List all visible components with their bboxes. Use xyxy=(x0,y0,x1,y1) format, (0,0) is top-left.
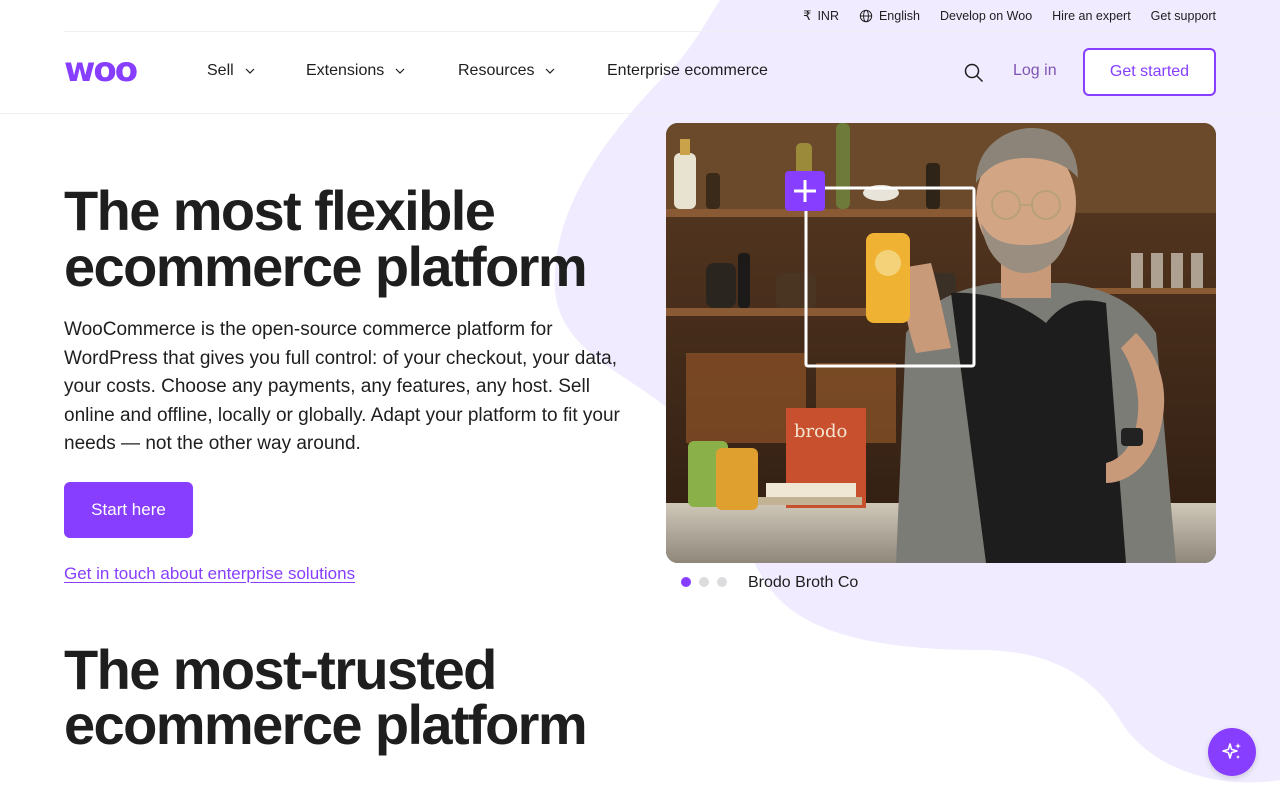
develop-label: Develop on Woo xyxy=(939,8,1033,23)
nav-enterprise-label: Enterprise ecommerce xyxy=(607,62,768,79)
chevron-down-icon xyxy=(395,68,405,74)
hero-description: WooCommerce is the open-source commerce … xyxy=(64,319,620,454)
search-icon[interactable] xyxy=(963,62,985,84)
nav-resources-label: Resources xyxy=(458,62,535,79)
chevron-down-icon xyxy=(546,68,555,74)
plus-icon xyxy=(785,171,825,211)
hero-image: brodo xyxy=(666,123,1216,563)
currency-label: INR xyxy=(817,8,839,23)
carousel-dot-2[interactable] xyxy=(699,577,709,587)
hire-label: Hire an expert xyxy=(1052,8,1131,23)
get-started-button[interactable]: Get started xyxy=(1083,48,1216,96)
sparkle-icon xyxy=(1222,743,1241,759)
utility-bar: ₹ INR English Develop on Woo Hire an exp… xyxy=(64,0,1216,32)
image-caption: Brodo Broth Co xyxy=(748,574,859,591)
language-label: English xyxy=(878,8,920,23)
hero-title: The most flexible ecommerce platform xyxy=(64,179,588,298)
nav-sell[interactable]: Sell xyxy=(207,62,256,80)
carousel-dots xyxy=(681,577,727,587)
nav-extensions[interactable]: Extensions xyxy=(306,62,406,80)
nav-resources[interactable]: Resources xyxy=(458,62,556,80)
section-title: The most-trusted ecommerce platform xyxy=(64,638,588,756)
login-link[interactable]: Log in xyxy=(1013,62,1057,80)
enterprise-link[interactable]: Get in touch about enterprise solutions xyxy=(64,564,355,584)
carousel-dot-3[interactable] xyxy=(717,577,727,587)
chevron-down-icon xyxy=(245,68,255,74)
nav-sell-label: Sell xyxy=(207,62,234,79)
currency-selector[interactable]: ₹ INR xyxy=(803,8,839,24)
start-here-button[interactable]: Start here xyxy=(64,482,193,538)
develop-link[interactable]: Develop on Woo xyxy=(940,9,1032,23)
carousel-dot-1[interactable] xyxy=(681,577,691,587)
nav-extensions-label: Extensions xyxy=(306,62,385,79)
support-link[interactable]: Get support xyxy=(1151,9,1216,23)
ai-assistant-button[interactable] xyxy=(1208,728,1256,776)
woo-logo[interactable]: woo xyxy=(64,55,160,85)
main-nav: woo Sell Extensions Resources Enterprise… xyxy=(0,32,1280,114)
product-box-label: brodo xyxy=(794,421,847,442)
support-label: Get support xyxy=(1150,8,1216,23)
nav-enterprise[interactable]: Enterprise ecommerce xyxy=(607,62,768,80)
globe-icon xyxy=(859,9,873,22)
logo-text: woo xyxy=(64,55,137,85)
hero-photo: brodo xyxy=(666,123,1216,563)
rupee-icon: ₹ xyxy=(803,7,812,23)
language-selector[interactable]: English xyxy=(859,9,920,23)
hire-expert-link[interactable]: Hire an expert xyxy=(1052,9,1131,23)
